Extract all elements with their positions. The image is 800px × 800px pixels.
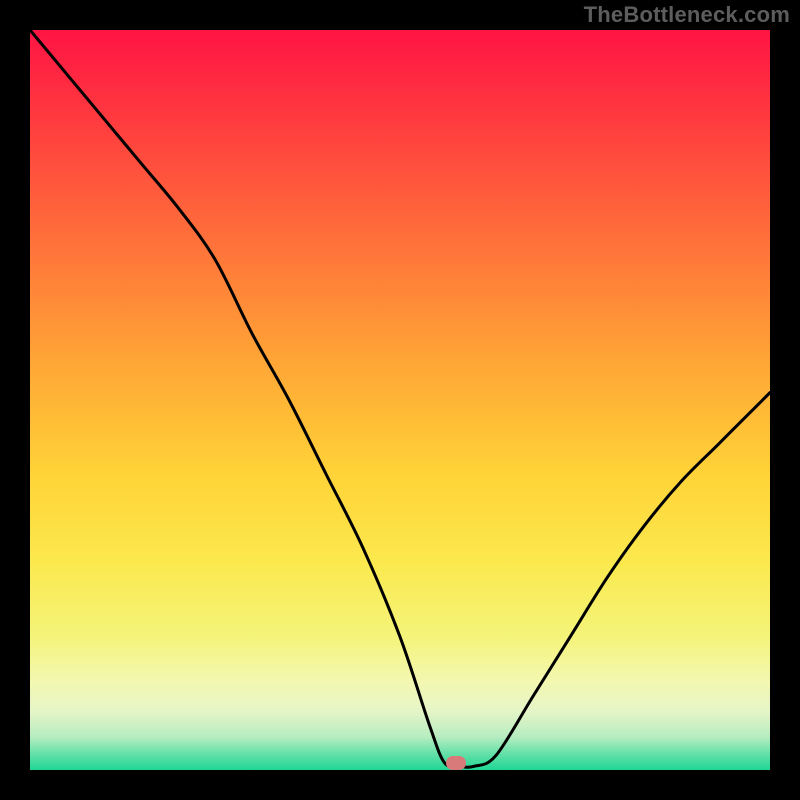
optimal-point-marker [446, 756, 466, 770]
watermark-text: TheBottleneck.com [584, 2, 790, 28]
bottleneck-curve [30, 30, 770, 770]
chart-frame: TheBottleneck.com [0, 0, 800, 800]
plot-area [30, 30, 770, 770]
